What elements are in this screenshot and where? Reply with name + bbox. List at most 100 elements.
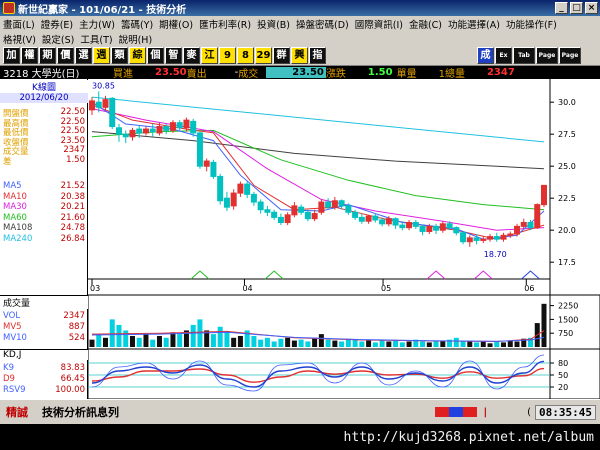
indicator-value: 26.84 xyxy=(60,233,85,244)
toolbar-button[interactable]: 指 xyxy=(309,47,326,64)
volume-y-tick-label: 750 xyxy=(558,329,573,338)
change-label: 漲跌 xyxy=(325,69,346,80)
toolbar-button[interactable]: Page xyxy=(559,47,581,64)
toolbar-button[interactable]: 權 xyxy=(21,47,38,64)
volume-bar xyxy=(366,340,372,347)
toolbar-button[interactable]: 29 xyxy=(255,47,272,64)
x-tick-label: 03 xyxy=(90,284,100,293)
menu-item[interactable]: 畫面(L) xyxy=(0,17,38,31)
candle-body xyxy=(338,200,345,207)
indicator-value: 21.52 xyxy=(60,181,85,191)
indicator-label: 差 xyxy=(3,156,12,167)
toolbar-button[interactable]: 9 xyxy=(219,47,236,64)
menu-item[interactable]: 投資(B) xyxy=(254,17,293,31)
candle-body xyxy=(264,209,271,213)
candle-body xyxy=(325,201,332,208)
volume-bar xyxy=(372,342,378,347)
menu-item[interactable]: 功能選擇(A) xyxy=(445,17,503,31)
toolbar-button[interactable]: 麥 xyxy=(183,47,200,64)
watermark: http://kujd3268.pixnet.net/album xyxy=(0,424,600,450)
status-message: 技術分析訊息列 xyxy=(42,406,119,419)
buy-label: 買進 xyxy=(113,69,133,80)
candle-body xyxy=(163,126,170,131)
scroll-handle[interactable]: ( xyxy=(527,407,531,418)
volume-title: 成交量 xyxy=(0,295,88,309)
status-indicator xyxy=(435,407,478,417)
technical-chart[interactable]: 30.0 27.5 25.0 22.5 20.0 17.5 03 04 05 06 30.85 18.… xyxy=(88,79,600,399)
toolbar-button[interactable]: 加 xyxy=(3,47,20,64)
toolbar-button[interactable]: Tab xyxy=(513,47,535,64)
candle-body xyxy=(480,238,487,241)
menu-item[interactable]: 匯市利率(R) xyxy=(196,17,254,31)
candle-body xyxy=(534,204,541,229)
title-bar[interactable]: 新世紀贏家 - 101/06/21 - 技術分析 _ □ × xyxy=(0,0,600,16)
toolbar-button[interactable]: 選 xyxy=(75,47,92,64)
deal-label: 成交 xyxy=(238,69,259,80)
candle-body xyxy=(136,128,143,134)
menu-item[interactable]: 功能操作(F) xyxy=(503,17,560,31)
volume-bar xyxy=(264,337,270,347)
menu-item[interactable]: 操盤密碼(D) xyxy=(293,17,352,31)
candle-body xyxy=(426,225,433,232)
candle-body xyxy=(507,233,514,236)
volume-bar xyxy=(339,341,345,347)
volume-bar xyxy=(541,303,547,347)
candle-body xyxy=(399,224,406,229)
toolbar-button[interactable]: 價 xyxy=(57,47,74,64)
toolbar-button[interactable]: 成 xyxy=(477,47,494,64)
indicator-value: 20.21 xyxy=(60,202,85,212)
menu-item[interactable]: 籌碼(Y) xyxy=(118,17,156,31)
menu-item[interactable]: 期權(O) xyxy=(156,17,196,31)
volume-bar xyxy=(89,339,95,347)
toolbar-button[interactable]: 江 xyxy=(201,47,218,64)
toolbar-button[interactable]: Ex xyxy=(495,47,512,64)
y-tick-label: 27.5 xyxy=(558,130,576,139)
toolbar-button[interactable]: 週 xyxy=(93,47,110,64)
menu-item[interactable]: 工具(T) xyxy=(77,32,115,46)
menu-item[interactable]: 國際資訊(I) xyxy=(352,17,406,31)
minimize-button[interactable]: _ xyxy=(555,2,568,14)
toolbar-button[interactable]: 期 xyxy=(39,47,56,64)
indicator-value: 1.50 xyxy=(66,154,85,165)
toolbar-button[interactable]: 綜 xyxy=(129,47,146,64)
volume-bar xyxy=(285,337,291,347)
volume-bar xyxy=(406,341,412,347)
x-tick-label: 06 xyxy=(524,284,534,293)
volume-bar xyxy=(474,342,480,347)
candle-body xyxy=(149,128,156,133)
close-button[interactable]: × xyxy=(585,2,598,14)
y-tick-label: 25.0 xyxy=(558,162,576,171)
toolbar-button[interactable]: 興 xyxy=(291,47,308,64)
stock-code[interactable]: 3218 大學光(日) xyxy=(3,65,87,80)
toolbar-button[interactable]: 8 xyxy=(237,47,254,64)
candle-body xyxy=(412,222,419,227)
kd-y-tick-label: 80 xyxy=(558,359,568,368)
menu-bar: 畫面(L) 證券(E) 主力(W) 籌碼(Y) 期權(O) 匯市利率(R) 投資(B) 操盤密… xyxy=(0,16,600,46)
volume-bar xyxy=(123,330,129,347)
toolbar-button[interactable]: 智 xyxy=(165,47,182,64)
maximize-button[interactable]: □ xyxy=(570,2,583,14)
menu-item[interactable]: 證券(E) xyxy=(38,17,76,31)
candle-body xyxy=(95,101,102,108)
toolbar-button[interactable]: 個 xyxy=(147,47,164,64)
menu-item[interactable]: 主力(W) xyxy=(76,17,118,31)
toolbar-button[interactable]: 類 xyxy=(111,47,128,64)
indicator-row: MV10 524 xyxy=(3,333,85,343)
toolbar-button[interactable]: 群 xyxy=(273,47,290,64)
volume-bar xyxy=(116,324,122,347)
indicator-label: MA5 xyxy=(3,181,22,191)
indicator-label: MV5 xyxy=(3,322,22,332)
menu-item[interactable]: 說明(H) xyxy=(116,32,156,46)
y-tick-label: 30.0 xyxy=(558,98,576,107)
candle-body xyxy=(331,200,338,208)
volume-bar xyxy=(109,319,115,347)
volume-bar xyxy=(231,337,237,347)
indicator-value: 24.78 xyxy=(60,223,85,233)
menu-item[interactable]: 設定(S) xyxy=(39,32,77,46)
toolbar-button[interactable]: Page xyxy=(536,47,558,64)
menu-item[interactable]: 格視(V) xyxy=(0,32,39,46)
candle-body xyxy=(237,183,244,194)
candle-body xyxy=(419,225,426,232)
menu-item[interactable]: 金融(C) xyxy=(406,17,445,31)
indicator-row: D9 66.45 xyxy=(3,374,85,384)
